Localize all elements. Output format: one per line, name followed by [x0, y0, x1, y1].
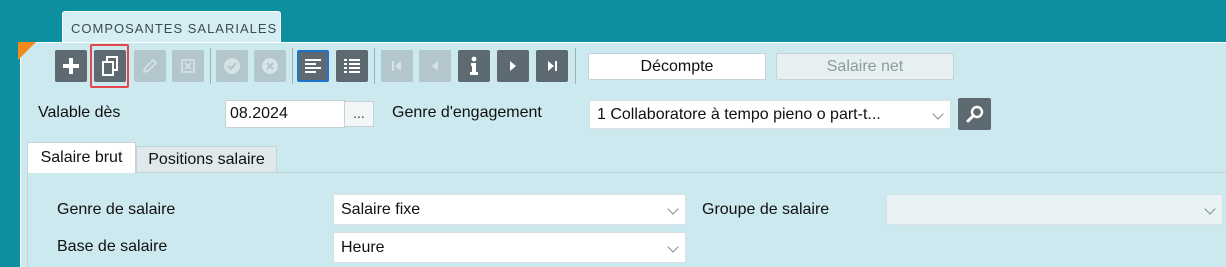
groupe-salaire-label: Groupe de salaire: [702, 201, 830, 218]
copy-button-highlight: [90, 44, 129, 88]
genre-salaire-value: Salaire fixe: [341, 201, 421, 218]
tab-salaire-brut[interactable]: Salaire brut: [27, 142, 136, 173]
genre-engagement-label: Genre d'engagement: [392, 104, 542, 121]
corner-marker: [18, 42, 36, 60]
list-view-button[interactable]: [336, 50, 368, 82]
info-icon: [470, 56, 478, 75]
edit-pencil-icon: [142, 58, 158, 74]
delete-button[interactable]: [172, 50, 204, 82]
plus-icon: [63, 58, 79, 74]
next-record-icon: [510, 61, 516, 71]
base-salaire-value: Heure: [341, 239, 385, 256]
chevron-down-icon: [1204, 202, 1216, 215]
tab-title: COMPOSANTES SALARIALES: [71, 21, 278, 36]
detail-view-button[interactable]: [297, 50, 329, 82]
chevron-down-icon: [667, 240, 679, 253]
decompte-button[interactable]: Décompte: [588, 53, 766, 80]
chevron-down-icon: [667, 202, 679, 215]
chevron-down-icon: [932, 107, 944, 120]
detail-view-icon: [305, 59, 321, 73]
previous-record-button[interactable]: [419, 50, 451, 82]
tab-composantes-salariales[interactable]: COMPOSANTES SALARIALES: [62, 11, 281, 42]
cancel-icon: [262, 58, 278, 74]
first-record-icon: [392, 61, 401, 71]
list-view-icon: [344, 59, 360, 73]
toolbar-separator: [575, 48, 576, 84]
valable-des-label: Valable dès: [38, 104, 121, 121]
add-button[interactable]: [55, 50, 87, 82]
subtab-divider: [27, 172, 1226, 173]
genre-salaire-select[interactable]: Salaire fixe: [333, 194, 686, 225]
genre-salaire-label: Genre de salaire: [57, 201, 176, 218]
edit-button[interactable]: [134, 50, 166, 82]
last-record-button[interactable]: [536, 50, 568, 82]
delete-icon: [181, 59, 195, 73]
base-salaire-select[interactable]: Heure: [333, 232, 686, 263]
salaire-net-button[interactable]: Salaire net: [776, 53, 954, 80]
toolbar-separator: [292, 48, 293, 84]
next-record-button[interactable]: [497, 50, 529, 82]
previous-record-icon: [432, 61, 438, 71]
valable-des-field[interactable]: 08.2024: [225, 100, 346, 128]
toolbar-separator: [210, 48, 211, 84]
info-button[interactable]: [458, 50, 490, 82]
last-record-icon: [548, 61, 557, 71]
tab-positions-salaire[interactable]: Positions salaire: [136, 146, 277, 172]
toolbar-separator: [374, 48, 375, 84]
subpanel-border: [27, 172, 28, 267]
search-button[interactable]: [958, 98, 991, 130]
cancel-button[interactable]: [254, 50, 286, 82]
search-icon: [966, 105, 983, 123]
groupe-salaire-select[interactable]: [886, 194, 1223, 225]
date-picker-button[interactable]: ...: [344, 101, 374, 127]
genre-engagement-value: 1 Collaboratore à tempo pieno o part-t..…: [597, 106, 881, 123]
app-window: COMPOSANTES SALARIALES Décompte Salaire …: [0, 0, 1226, 267]
genre-engagement-select[interactable]: 1 Collaboratore à tempo pieno o part-t..…: [589, 100, 951, 129]
confirm-icon: [224, 58, 240, 74]
confirm-button[interactable]: [216, 50, 248, 82]
valable-des-value: 08.2024: [230, 105, 288, 122]
first-record-button[interactable]: [381, 50, 413, 82]
base-salaire-label: Base de salaire: [57, 238, 168, 255]
